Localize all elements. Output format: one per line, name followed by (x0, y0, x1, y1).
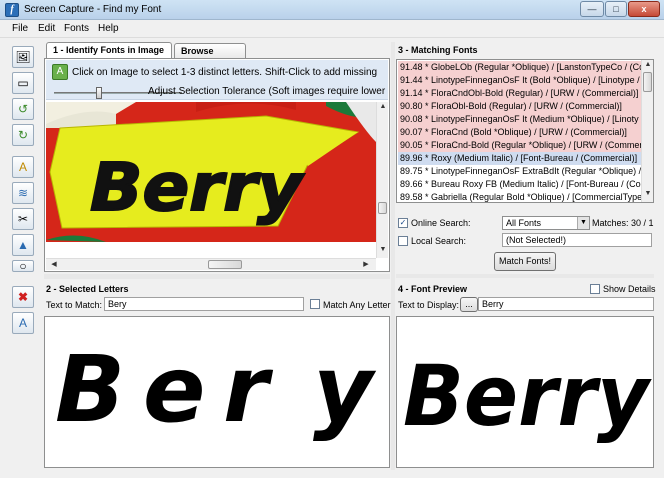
tab-browse-fonts[interactable]: Browse Fonts (174, 43, 246, 71)
left-splitter[interactable] (44, 274, 390, 279)
sample-word: Berry (90, 149, 305, 226)
close-button[interactable]: x (628, 1, 660, 17)
text-to-match-input[interactable]: Bery (104, 297, 304, 311)
tool-strip: 🖼 ▭ ↺ ↻ A ≋ ✂ ▲ ○ ✖ A (8, 42, 38, 476)
vertical-splitter[interactable] (391, 42, 395, 470)
match-any-letter-label: Match Any Letter (323, 300, 391, 310)
image-hscroll-thumb[interactable] (208, 260, 242, 269)
capture-image-icon[interactable]: 🖼 (12, 46, 34, 68)
text-to-match-label: Text to Match: (46, 300, 103, 310)
local-search-label: Local Search: (411, 236, 467, 246)
menu-edit[interactable]: Edit (38, 23, 55, 34)
minimize-button[interactable]: — (580, 1, 604, 17)
rotate-right-icon[interactable]: ↻ (12, 124, 34, 146)
app-icon: f (5, 3, 19, 17)
font-source-select[interactable]: All Fonts ▼ (502, 216, 590, 230)
image-vscroll-thumb[interactable] (378, 202, 387, 214)
tab-identify-fonts[interactable]: 1 - Identify Fonts in Image (46, 42, 172, 59)
title-bar: f Screen Capture - Find my Font — □ x (0, 0, 664, 20)
mountains-icon[interactable]: ▲ (12, 234, 34, 256)
show-details-label: Show Details (603, 284, 656, 294)
local-search-checkbox[interactable] (398, 236, 408, 246)
font-preview-title: 4 - Font Preview (398, 284, 468, 294)
select-letter-icon: A (52, 64, 68, 80)
berry-sign-image[interactable]: Berry (46, 102, 376, 242)
menu-bar: File Edit Fonts Help (0, 20, 664, 38)
maximize-button[interactable]: □ (605, 1, 627, 17)
online-search-checkbox[interactable]: ✓ (398, 218, 408, 228)
tolerance-slider-thumb[interactable] (96, 87, 102, 99)
match-fonts-button[interactable]: Match Fonts! (494, 252, 556, 271)
list-item[interactable]: 91.14 * FloraCndObl-Bold (Regular) / [UR… (398, 87, 642, 100)
fonts-list-scrollbar[interactable]: ▲ ▼ (641, 60, 653, 202)
selected-letters-title: 2 - Selected Letters (46, 284, 129, 294)
delete-icon[interactable]: ✖ (12, 286, 34, 308)
matching-fonts-title: 3 - Matching Fonts (398, 45, 478, 55)
browse-text-button[interactable]: ... (460, 297, 478, 312)
text-to-display-label: Text to Display: (398, 300, 460, 310)
cut-icon[interactable]: ✂ (12, 208, 34, 230)
list-item[interactable]: 90.08 * LinotypeFinneganOsF It (Medium *… (398, 113, 642, 126)
add-letter-icon[interactable]: A (12, 156, 34, 178)
text-to-display-input[interactable]: Berry (478, 297, 654, 311)
list-item[interactable]: 91.44 * LinotypeFinneganOsF It (Bold *Ob… (398, 74, 642, 87)
letter-e: e (143, 336, 205, 443)
list-item-selected[interactable]: 89.96 * Roxy (Medium Italic) / [Font-Bur… (398, 152, 642, 165)
match-any-letter-checkbox[interactable] (310, 299, 320, 309)
right-splitter[interactable] (396, 274, 654, 278)
menu-fonts[interactable]: Fonts (64, 23, 89, 34)
letter-b: B (55, 336, 125, 443)
hint-text: Click on Image to select 1-3 distinct le… (72, 67, 378, 78)
image-vertical-scrollbar[interactable]: ▲ ▼ (376, 102, 388, 258)
list-item[interactable]: 90.07 * FloraCnd (Bold *Oblique) / [URW … (398, 126, 642, 139)
selected-letters-preview: B e r y (44, 316, 390, 468)
local-search-field[interactable]: (Not Selected!) (502, 233, 652, 247)
online-search-label: Online Search: (411, 218, 471, 228)
list-item[interactable]: 89.66 * Bureau Roxy FB (Medium Italic) /… (398, 178, 642, 191)
image-horizontal-scrollbar[interactable]: ◀ ▶ (46, 258, 376, 270)
matching-fonts-list[interactable]: 91.48 * GlobeLOb (Regular *Oblique) / [L… (396, 59, 654, 203)
list-item[interactable]: 89.75 * LinotypeFinneganOsF ExtraBdIt (R… (398, 165, 642, 178)
list-item[interactable]: 90.80 * FloraObl-Bold (Regular) / [URW /… (398, 100, 642, 113)
menu-help[interactable]: Help (98, 23, 119, 34)
eraser-icon[interactable]: A (12, 312, 34, 334)
show-details-checkbox[interactable] (590, 284, 600, 294)
list-item[interactable]: 91.48 * GlobeLOb (Regular *Oblique) / [L… (398, 61, 642, 74)
tolerance-label: Adjust Selection Tolerance (Soft images … (148, 86, 386, 97)
letter-r: r (223, 336, 274, 443)
preview-text: Berry (403, 347, 652, 445)
fonts-list-scroll-thumb[interactable] (643, 72, 652, 92)
list-item[interactable]: 90.05 * FloraCnd-Bold (Regular *Oblique)… (398, 139, 642, 152)
adjust-icon[interactable]: ≋ (12, 182, 34, 204)
rotate-left-icon[interactable]: ↺ (12, 98, 34, 120)
zoom-icon[interactable]: ○ (12, 260, 34, 272)
capture-image[interactable]: Berry (46, 102, 376, 242)
letter-y: y (313, 336, 377, 443)
chevron-down-icon: ▼ (577, 217, 589, 229)
matches-count: Matches: 30 / 1 (592, 218, 654, 228)
menu-file[interactable]: File (12, 23, 28, 34)
screen-icon[interactable]: ▭ (12, 72, 34, 94)
font-preview: Berry (396, 316, 654, 468)
list-item[interactable]: 89.58 * Gabriella (Regular Bold *Oblique… (398, 191, 642, 202)
font-source-value: All Fonts (506, 218, 542, 228)
window-title: Screen Capture - Find my Font (24, 4, 162, 15)
hint-bar: A Click on Image to select 1-3 distinct … (46, 60, 388, 100)
